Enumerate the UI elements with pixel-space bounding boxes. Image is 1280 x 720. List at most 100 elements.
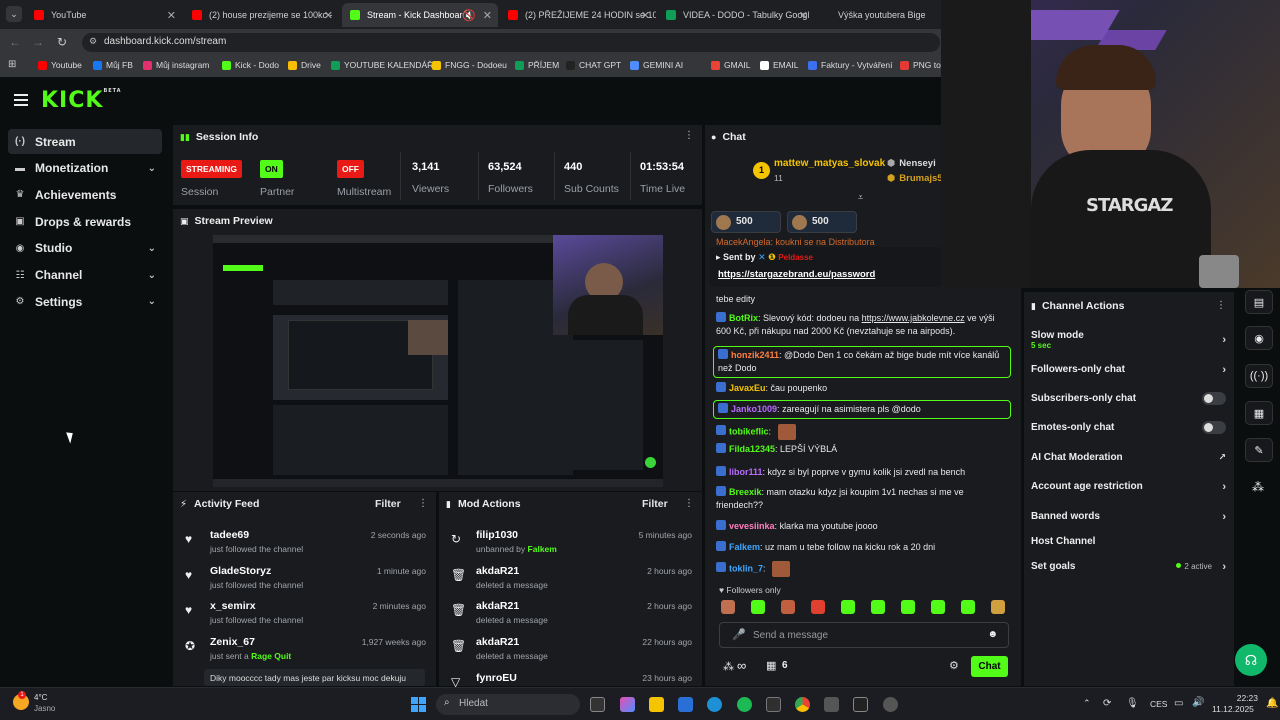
gifter-2[interactable]: ⬢ Nenseyi — [887, 158, 936, 169]
microphone-icon[interactable]: 🎙 — [1126, 698, 1139, 709]
sidebar-item-studio[interactable]: ◉ Studio ⌄ — [8, 236, 162, 261]
toggle-switch[interactable] — [1202, 392, 1226, 405]
gift-icon[interactable]: ▦ — [766, 659, 776, 672]
feed-username[interactable]: x_semirx — [210, 600, 256, 612]
chat-message[interactable]: Filda12345: LEPŠÍ VÝBLÁ — [716, 443, 1010, 456]
back-icon[interactable]: ← — [9, 35, 21, 49]
chat-input[interactable]: 🎤 Send a message ☻ — [719, 622, 1009, 648]
bookmark-item[interactable]: Kick - Dodo — [222, 60, 279, 70]
chat-username[interactable]: tobikeflic — [729, 426, 769, 436]
windows-start-icon[interactable] — [411, 697, 426, 712]
close-icon[interactable]: ✕ — [483, 9, 492, 22]
chat-username[interactable]: Filda12345 — [729, 444, 775, 454]
taskbar-search[interactable]: ⌕ Hledat — [436, 694, 580, 715]
weather-temp[interactable]: 4°C — [34, 693, 47, 702]
more-menu-icon[interactable]: ⋮ — [418, 498, 428, 509]
bookmark-item[interactable]: GEMINI AI — [630, 60, 683, 70]
chevron-right-icon[interactable]: › — [1222, 364, 1226, 376]
kick-logo[interactable]: KICKBETA — [41, 88, 122, 113]
sidebar-item-monetization[interactable]: ▬ Monetization ⌄ — [8, 156, 162, 181]
feed-row[interactable]: 🗑 akdaR21 2 hours ago deleted a message — [451, 600, 692, 634]
pinned-message[interactable]: ▸ Sent by ✕ ❶ Peldasse https://stargazeb… — [710, 247, 942, 287]
close-icon[interactable]: ✕ — [799, 9, 808, 22]
emoji-icon[interactable]: ☻ — [987, 629, 998, 640]
channel-action-set-goals[interactable]: Set goals › 2 active — [1031, 561, 1226, 577]
sidebar-item-channel[interactable]: ☷ Channel ⌄ — [8, 263, 162, 288]
task-view-icon[interactable] — [590, 697, 605, 712]
chat-username[interactable]: Breexik — [729, 487, 762, 497]
pinned-gift[interactable]: 500 — [787, 211, 857, 233]
edge-icon[interactable] — [707, 697, 722, 712]
people-icon[interactable]: ⁂ — [1252, 480, 1264, 494]
terminal-icon[interactable] — [766, 697, 781, 712]
pinned-link[interactable]: https://stargazebrand.eu/password — [718, 269, 875, 280]
file-explorer-icon[interactable] — [649, 697, 664, 712]
toggle-switch[interactable] — [1202, 421, 1226, 434]
feed-username[interactable]: tadee69 — [210, 529, 249, 541]
browser-tab[interactable]: (2) PŘEŽIJEME 24 HODIN se 10 ✕ — [500, 3, 656, 27]
feed-username[interactable]: Zenix_67 — [210, 636, 255, 648]
mod-filter-button[interactable]: Filter — [642, 498, 668, 510]
chat-message[interactable]: tobikeflic: — [716, 424, 1010, 440]
channel-action-subscribers-only-chat[interactable]: Subscribers-only chat — [1031, 392, 1226, 409]
channel-action-ai-chat-moderation[interactable]: AI Chat Moderation ↗ — [1031, 452, 1226, 468]
activity-filter-button[interactable]: Filter — [375, 498, 401, 510]
browser-tab[interactable]: Výška youtubera Bige — [830, 3, 942, 27]
chat-bubble-icon[interactable]: ◉ — [1245, 326, 1273, 350]
bookmark-item[interactable]: GMAIL — [711, 60, 750, 70]
chat-username[interactable]: vevesiinka — [729, 521, 775, 531]
microphone-icon[interactable]: 🎤 — [732, 628, 746, 641]
close-icon[interactable]: ✕ — [641, 9, 650, 22]
clock-date[interactable]: 11.12.2025 — [1212, 704, 1254, 714]
chat-message[interactable]: Breexik: mam otazku kdyz jsi koupim 1v1 … — [716, 486, 1010, 512]
emote-icon[interactable] — [991, 600, 1005, 614]
channel-action-host-channel[interactable]: Host Channel — [1031, 536, 1226, 552]
layout-icon[interactable]: ▦ — [1245, 401, 1273, 425]
close-icon[interactable]: ✕ — [324, 9, 333, 22]
emote-icon[interactable] — [841, 600, 855, 614]
channel-action-slow-mode[interactable]: Slow mode 5 sec › — [1031, 330, 1226, 350]
emote-icon[interactable] — [781, 600, 795, 614]
gear-icon[interactable]: ⚙ — [949, 659, 959, 672]
chat-message[interactable]: Janko1009: zareagují na asimistera pls @… — [713, 400, 1011, 419]
volume-icon[interactable]: 🔊 — [1192, 697, 1204, 708]
support-icon[interactable]: ☊ — [1235, 644, 1267, 676]
feed-row[interactable]: ✪ Zenix_67 1,927 weeks ago just sent a Rage… — [185, 636, 426, 670]
bookmark-item[interactable]: FNGG - Dodoeu — [432, 60, 507, 70]
apps-icon[interactable]: ⊞ — [8, 59, 16, 70]
mail-icon[interactable] — [678, 697, 693, 712]
forward-icon[interactable]: → — [32, 35, 44, 49]
chevron-right-icon[interactable]: › — [1222, 481, 1226, 493]
sidebar-item-achievements[interactable]: ♛ Achievements — [8, 182, 162, 207]
more-menu-icon[interactable]: ⋮ — [684, 498, 694, 509]
emote-icon[interactable] — [811, 600, 825, 614]
network-icon[interactable]: ▭ — [1174, 698, 1183, 709]
close-icon[interactable]: ✕ — [167, 9, 176, 22]
feed-username[interactable]: akdaR21 — [476, 565, 519, 577]
browser-tab[interactable]: YouTube ✕ — [26, 3, 182, 27]
copilot-icon[interactable] — [620, 697, 635, 712]
browser-tab[interactable]: VIDEA - DODO - Tabulky Googl ✕ — [658, 3, 814, 27]
bookmark-item[interactable]: YOUTUBE KALENDÁŘ — [331, 60, 433, 70]
feed-row[interactable]: ♥ tadee69 2 seconds ago just followed the c… — [185, 529, 426, 563]
send-chat-button[interactable]: Chat — [971, 656, 1008, 677]
chevron-right-icon[interactable]: › — [1222, 511, 1226, 523]
spotify-icon[interactable] — [737, 697, 752, 712]
calculator-icon[interactable] — [824, 697, 839, 712]
emote-icon[interactable] — [721, 600, 735, 614]
tab-search-icon[interactable]: ⌄ — [6, 6, 22, 22]
feed-row[interactable]: ↻ filip1030 5 minutes ago unbanned by Falke… — [451, 529, 692, 563]
bookmark-item[interactable]: Faktury - Vytváření — [808, 60, 892, 70]
feed-row[interactable]: 🗑 akdaR21 2 hours ago deleted a message — [451, 565, 692, 599]
stream-preview-video[interactable] — [213, 235, 663, 487]
feed-username[interactable]: akdaR21 — [476, 600, 519, 612]
sync-icon[interactable]: ⟳ — [1103, 698, 1111, 709]
browser-tab-active[interactable]: Stream - Kick Dashboard 🔇 ✕ — [342, 3, 498, 27]
notification-icon[interactable]: 🔔 — [1266, 698, 1278, 709]
sidebar-item-drops-rewards[interactable]: ▣ Drops & rewards — [8, 209, 162, 234]
chat-message[interactable]: Falkem: uz mam u tebe follow na kicku ro… — [716, 541, 1010, 554]
language-indicator[interactable]: CES — [1150, 699, 1167, 709]
bookmark-item[interactable]: PNG to — [900, 60, 941, 70]
clock-time[interactable]: 22:23 — [1226, 693, 1258, 703]
chevron-up-icon[interactable]: ⌃ — [1083, 698, 1091, 709]
